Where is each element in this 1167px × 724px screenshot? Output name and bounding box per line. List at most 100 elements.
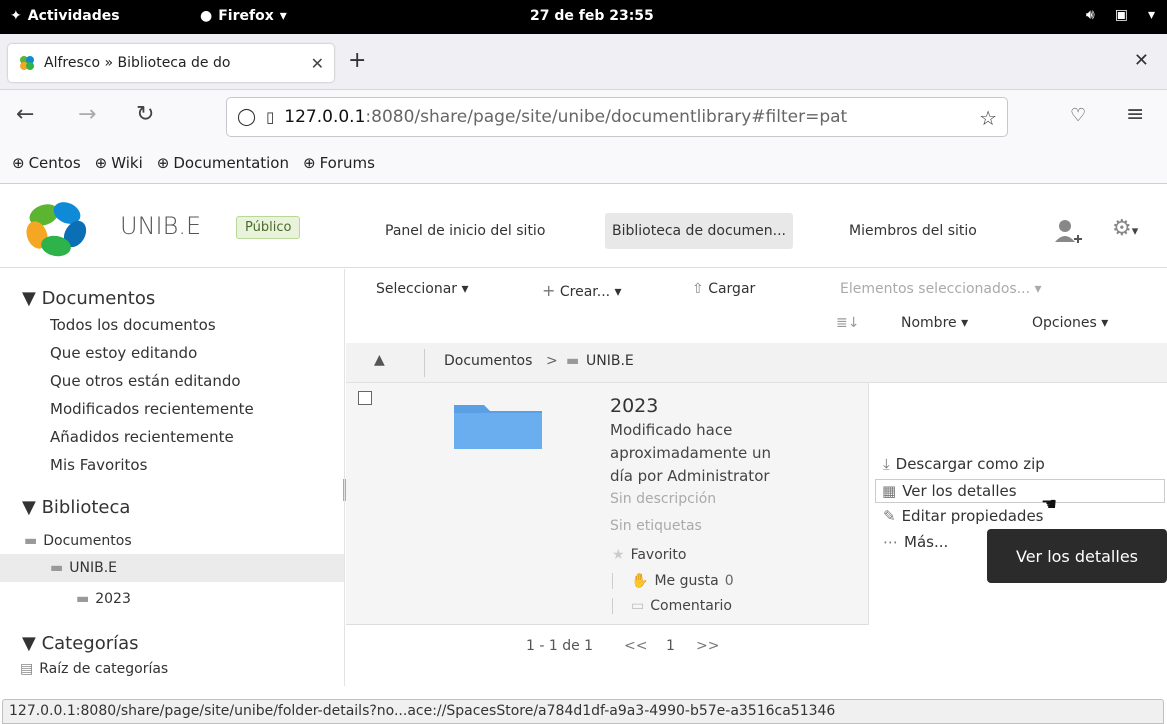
description-placeholder[interactable]: Sin descripción	[610, 491, 716, 507]
url-path: :8080/share/page/site/unibe/documentlibr…	[365, 107, 848, 127]
site-nav-document-library[interactable]: Biblioteca de documen...	[605, 213, 794, 249]
paginator-next[interactable]: >>	[696, 638, 719, 654]
filter-all-documents[interactable]: Todos los documentos	[50, 316, 216, 334]
site-nav-members[interactable]: Miembros del sitio	[842, 218, 984, 244]
link-status-bar: 127.0.0.1:8080/share/page/site/unibe/fol…	[2, 699, 1164, 724]
activities-button[interactable]: ✦ Actividades	[10, 8, 120, 24]
breadcrumb-current[interactable]: UNIB.E	[586, 353, 634, 369]
breadcrumb-separator: >	[546, 353, 558, 369]
filter-editing-me[interactable]: Que estoy editando	[50, 344, 197, 362]
forward-arrow-icon[interactable]: →	[78, 102, 96, 127]
modified-info-2: aproximadamente un	[610, 444, 772, 462]
hand-cursor-icon: ☚	[1041, 494, 1058, 515]
chevron-down-icon: ▾	[279, 8, 287, 24]
sort-field-menu[interactable]: Nombre ▾	[901, 315, 968, 331]
action-view-details[interactable]: ▦ Ver los detalles	[875, 479, 1165, 503]
download-icon: ⤓	[883, 455, 890, 473]
breadcrumb: ▲ Documentos > ▬ UNIB.E	[346, 343, 1167, 383]
pocket-icon[interactable]: ♡	[1070, 105, 1086, 126]
tags-placeholder[interactable]: Sin etiquetas	[610, 518, 702, 534]
hamburger-menu-icon[interactable]: ≡	[1126, 102, 1144, 127]
system-tray[interactable]: 🔊︎ ▣ ▾	[1086, 7, 1155, 23]
tab-title: Alfresco » Biblioteca de do	[44, 55, 231, 71]
folder-thumbnail-icon[interactable]	[450, 401, 546, 453]
create-menu-button[interactable]: + Crear... ▾	[542, 281, 622, 300]
library-section-header[interactable]: ▼ Biblioteca	[22, 497, 130, 518]
paginator-first[interactable]: <<	[624, 638, 647, 654]
like-button[interactable]: ✋ Me gusta 0	[612, 573, 734, 589]
plus-icon: +	[542, 281, 556, 300]
folder-icon: ▬	[24, 533, 38, 549]
alfresco-logo[interactable]	[20, 198, 92, 260]
firefox-app-menu[interactable]: ● Firefox ▾	[200, 8, 287, 24]
tree-item-unibe[interactable]: ▬ UNIB.E	[50, 560, 117, 576]
categories-section-header[interactable]: ▼ Categorías	[22, 633, 139, 654]
tooltip: Ver los detalles	[987, 529, 1167, 583]
paginator: 1 - 1 de 1 << 1 >>	[346, 626, 1167, 670]
selected-items-menu[interactable]: Elementos seleccionados... ▾	[840, 281, 1042, 297]
site-settings-button[interactable]: ⚙▾	[1112, 216, 1138, 241]
folder-icon: ▬	[566, 353, 580, 369]
bookmark-forums[interactable]: ⊕ Forums	[303, 154, 375, 172]
action-more[interactable]: ⋯ Más...	[883, 533, 948, 551]
site-header: UNIB.E Público Panel de inicio del sitio…	[0, 186, 1167, 268]
comment-button[interactable]: ▭ Comentario	[612, 598, 732, 614]
document-row[interactable]: 2023 Modificado hace aproximadamente un …	[346, 383, 1167, 625]
new-tab-button[interactable]: +	[348, 48, 366, 73]
globe-icon: ⊕	[94, 153, 108, 172]
tree-item-category-root[interactable]: ▤ Raíz de categorías	[20, 661, 168, 677]
page-icon: ▯	[266, 108, 275, 126]
modified-info-3: día por Administrator	[610, 467, 770, 485]
close-icon[interactable]: ✕	[311, 54, 324, 73]
filter-recently-added[interactable]: Añadidos recientemente	[50, 428, 234, 446]
folder-icon: ▬	[50, 560, 64, 576]
bookmark-wiki[interactable]: ⊕ Wiki	[95, 154, 143, 172]
folder-icon: ▬	[76, 591, 90, 607]
action-download-zip[interactable]: ⤓ Descargar como zip	[883, 455, 1045, 473]
favorite-button[interactable]: ★ Favorito	[612, 547, 686, 563]
reload-icon[interactable]: ↻	[136, 102, 154, 127]
breadcrumb-root[interactable]: Documentos	[444, 353, 532, 369]
site-title[interactable]: UNIB.E	[120, 212, 201, 240]
paginator-current-page[interactable]: 1	[666, 638, 675, 654]
star-icon: ★	[612, 547, 625, 563]
globe-icon: ⊕	[303, 153, 316, 172]
navigation-bar: ← → ↻ ◯ ▯ 127.0.0.1 :8080/share/page/sit…	[0, 90, 1167, 142]
bookmark-documentation[interactable]: ⊕ Documentation	[157, 154, 289, 172]
shield-icon[interactable]: ◯	[237, 107, 256, 127]
filter-editing-others[interactable]: Que otros están editando	[50, 372, 241, 390]
globe-icon: ⊕	[156, 153, 170, 172]
chevron-down-icon: ▾	[1131, 224, 1139, 239]
options-menu[interactable]: Opciones ▾	[1032, 315, 1108, 331]
filter-favorites[interactable]: Mis Favoritos	[50, 456, 147, 474]
row-checkbox[interactable]	[358, 391, 372, 405]
browser-tab[interactable]: Alfresco » Biblioteca de do ✕	[8, 44, 334, 82]
tree-item-2023[interactable]: ▬ 2023	[76, 591, 131, 607]
action-edit-properties[interactable]: ✎ Editar propiedades	[883, 507, 1044, 525]
ellipsis-icon: ⋯	[883, 533, 898, 551]
url-host: 127.0.0.1	[284, 107, 366, 127]
folder-name-link[interactable]: 2023	[610, 395, 658, 417]
clock[interactable]: 27 de feb 23:55	[530, 8, 654, 24]
comment-icon: ▭	[631, 598, 645, 614]
documents-section-header[interactable]: ▼ Documentos	[22, 288, 155, 309]
site-nav-dashboard[interactable]: Panel de inicio del sitio	[378, 218, 552, 244]
volume-icon: 🔊︎	[1085, 7, 1095, 23]
url-bar[interactable]: ◯ ▯ 127.0.0.1 :8080/share/page/site/unib…	[226, 97, 1008, 137]
tree-item-documents[interactable]: ▬ Documentos	[24, 533, 132, 549]
select-menu-button[interactable]: Seleccionar ▾	[376, 281, 469, 297]
upload-button[interactable]: ⇧ Cargar	[692, 281, 755, 297]
upload-icon: ⇧	[692, 281, 704, 297]
window-close-button[interactable]: ✕	[1134, 50, 1149, 71]
filter-recently-modified[interactable]: Modificados recientemente	[50, 400, 254, 418]
bookmark-centos[interactable]: ⊕ Centos	[12, 154, 81, 172]
like-count: 0	[724, 573, 734, 589]
bookmark-star-icon[interactable]: ☆	[979, 106, 997, 130]
back-arrow-icon[interactable]: ←	[16, 102, 34, 127]
alfresco-favicon	[20, 56, 34, 70]
breadcrumb-divider	[424, 349, 425, 377]
sort-direction-icon[interactable]: ≣↓	[836, 315, 859, 331]
document-list-toolbar: Seleccionar ▾ + Crear... ▾ ⇧ Cargar Elem…	[346, 269, 1167, 343]
folder-up-icon[interactable]: ▲	[374, 352, 385, 368]
add-user-icon[interactable]	[1054, 218, 1086, 246]
